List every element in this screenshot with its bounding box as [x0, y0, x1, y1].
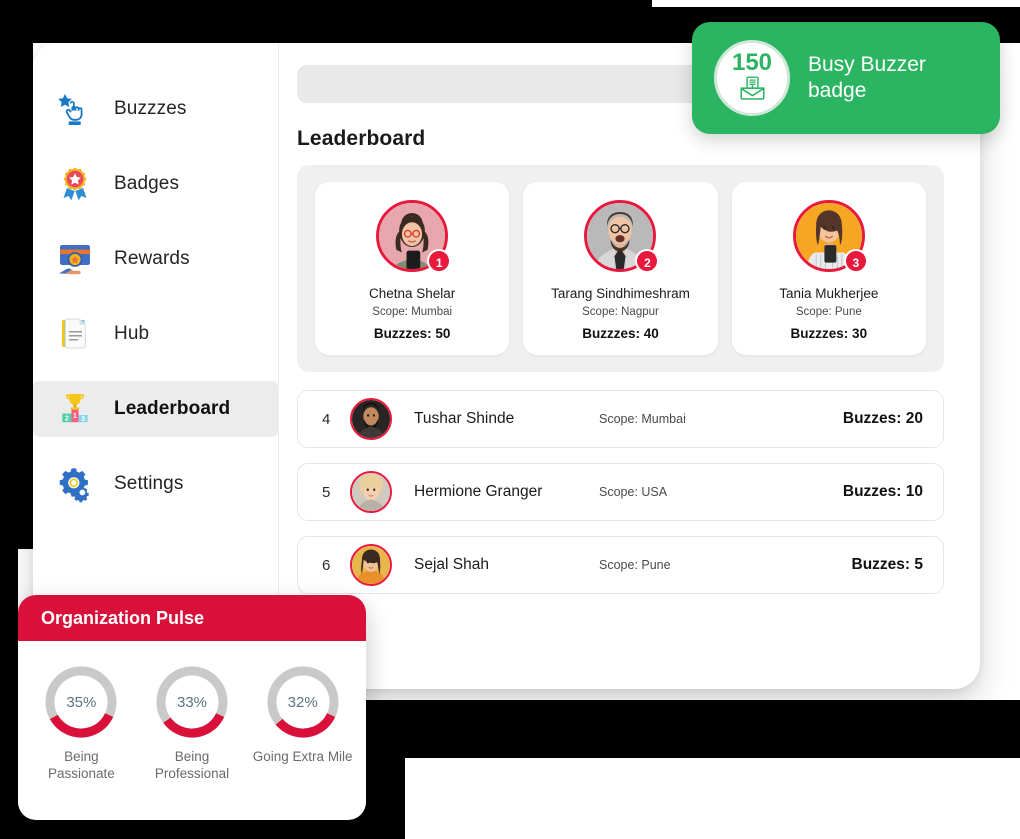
- top-three-panel: 1 Chetna Shelar Scope: Mumbai Buzzzes: 5…: [297, 165, 944, 372]
- pulse-title: Organization Pulse: [41, 607, 205, 628]
- gauge-item: 35% Being Passionate: [30, 663, 133, 783]
- gauge-label: Being Professional: [154, 749, 230, 781]
- avatar-wrap: 2: [584, 200, 660, 273]
- row-scope: Scope: Pune: [599, 558, 671, 572]
- hand-tap-star-icon: [56, 90, 94, 128]
- podium-card[interactable]: 1 Chetna Shelar Scope: Mumbai Buzzzes: 5…: [315, 182, 510, 355]
- reward-card-hand-icon: [56, 240, 94, 278]
- gauge-value: 32%: [287, 693, 318, 711]
- gears-icon: [56, 465, 94, 503]
- backdrop-block-top: [0, 0, 652, 7]
- sidebar-item-label: Leaderboard: [114, 398, 231, 419]
- document-pages-icon: [56, 315, 94, 353]
- gauge-label: Going Extra Mile: [252, 749, 353, 764]
- sidebar-item-settings[interactable]: Settings: [33, 456, 278, 512]
- envelope-download-icon: [739, 76, 766, 105]
- table-row[interactable]: 6 Sejal Shah Scope: Pune Buzzes: 5: [297, 536, 944, 594]
- podium-name: Tarang Sindhimeshram: [551, 286, 690, 301]
- donut-gauge: 33%: [153, 663, 231, 741]
- badge-title: Busy Buzzer badge: [808, 53, 926, 102]
- app-window: Buzzzes Badges Rewards Hub 2 1 3 Leaderb…: [33, 43, 980, 689]
- podium-scope: Scope: Mumbai: [372, 306, 453, 318]
- gauge-value: 33%: [176, 693, 208, 711]
- sidebar-item-label: Rewards: [114, 248, 190, 269]
- corner-mask-top-left: [33, 43, 77, 87]
- table-row[interactable]: 5 Hermione Granger Scope: USA Buzzes: 10: [297, 463, 944, 521]
- backdrop-block-left-lower: [0, 549, 18, 839]
- row-rank: 6: [322, 556, 331, 574]
- badge-medal: 150: [714, 40, 790, 116]
- podium-name: Chetna Shelar: [369, 286, 456, 301]
- sidebar-item-badges[interactable]: Badges: [33, 156, 278, 212]
- row-buzzes: Buzzes: 20: [842, 410, 923, 427]
- gauge-item: 33% Being Professional: [141, 663, 244, 783]
- row-scope: Scope: USA: [599, 485, 668, 499]
- sidebar-item-label: Buzzzes: [114, 98, 187, 119]
- sidebar-item-label: Badges: [114, 173, 180, 194]
- row-name: Hermione Granger: [414, 483, 543, 500]
- pulse-gauges: 35% Being Passionate 33% Being Professio…: [18, 641, 366, 783]
- backdrop-block-bottom-right: [405, 700, 1020, 758]
- pulse-header: Organization Pulse: [18, 595, 366, 641]
- backdrop-block-left: [0, 43, 33, 549]
- rank-badge: 3: [843, 249, 868, 273]
- row-name: Sejal Shah: [414, 556, 489, 573]
- gauge-item: 32% Going Extra Mile: [251, 663, 354, 783]
- sidebar-item-rewards[interactable]: Rewards: [33, 231, 278, 287]
- screenshot-canvas: Buzzzes Badges Rewards Hub 2 1 3 Leaderb…: [0, 0, 1020, 839]
- podium-buzzes: Buzzzes: 40: [582, 326, 659, 341]
- sidebar-item-buzzzes[interactable]: Buzzzes: [33, 81, 278, 137]
- row-rank: 5: [322, 483, 331, 501]
- badge-toast[interactable]: 150 Busy Buzzer badge: [692, 22, 1000, 134]
- organization-pulse-card: Organization Pulse 35% Being Passionate: [18, 595, 366, 820]
- svg-text:2: 2: [65, 415, 69, 422]
- badge-count: 150: [731, 49, 773, 76]
- svg-text:3: 3: [81, 416, 85, 423]
- sidebar-item-label: Hub: [114, 323, 150, 344]
- donut-gauge: 32%: [264, 663, 342, 741]
- avatar-wrap: 1: [376, 200, 452, 273]
- row-scope: Scope: Mumbai: [599, 412, 686, 426]
- podium-card[interactable]: 2 Tarang Sindhimeshram Scope: Nagpur Buz…: [523, 182, 718, 355]
- donut-gauge: 35%: [42, 663, 120, 741]
- leaderboard-list: 4 Tushar Shinde Scope: Mumbai Buzzes: 20…: [297, 390, 944, 594]
- avatar: [350, 544, 392, 586]
- sidebar-item-hub[interactable]: Hub: [33, 306, 278, 362]
- row-buzzes: Buzzes: 10: [842, 483, 923, 500]
- rank-badge: 1: [427, 249, 452, 273]
- rosette-star-icon: [56, 165, 94, 203]
- podium-scope: Scope: Nagpur: [582, 306, 659, 318]
- gauge-value: 35%: [66, 693, 97, 711]
- podium-trophy-icon: 2 1 3: [56, 390, 94, 428]
- row-rank: 4: [322, 410, 331, 428]
- main-content: Leaderboard 1 Chetna Shelar Scope: Mumba…: [279, 43, 980, 689]
- podium-card[interactable]: 3 Tania Mukherjee Scope: Pune Buzzzes: 3…: [731, 182, 926, 355]
- sidebar: Buzzzes Badges Rewards Hub 2 1 3 Leaderb…: [33, 43, 279, 689]
- avatar-wrap: 3: [792, 200, 868, 273]
- podium-buzzes: Buzzzes: 50: [373, 326, 451, 341]
- rank-badge: 2: [635, 249, 660, 273]
- sidebar-item-label: Settings: [114, 473, 184, 494]
- avatar: [350, 471, 392, 513]
- podium-buzzes: Buzzzes: 30: [790, 326, 868, 341]
- svg-text:1: 1: [73, 413, 77, 420]
- table-row[interactable]: 4 Tushar Shinde Scope: Mumbai Buzzes: 20: [297, 390, 944, 448]
- gauge-label: Being Passionate: [47, 749, 115, 781]
- podium-name: Tania Mukherjee: [779, 286, 879, 301]
- row-name: Tushar Shinde: [414, 410, 515, 427]
- avatar: [350, 398, 392, 440]
- sidebar-item-leaderboard[interactable]: 2 1 3 Leaderboard: [33, 381, 278, 437]
- podium-scope: Scope: Pune: [795, 306, 862, 318]
- row-buzzes: Buzzes: 5: [851, 556, 924, 573]
